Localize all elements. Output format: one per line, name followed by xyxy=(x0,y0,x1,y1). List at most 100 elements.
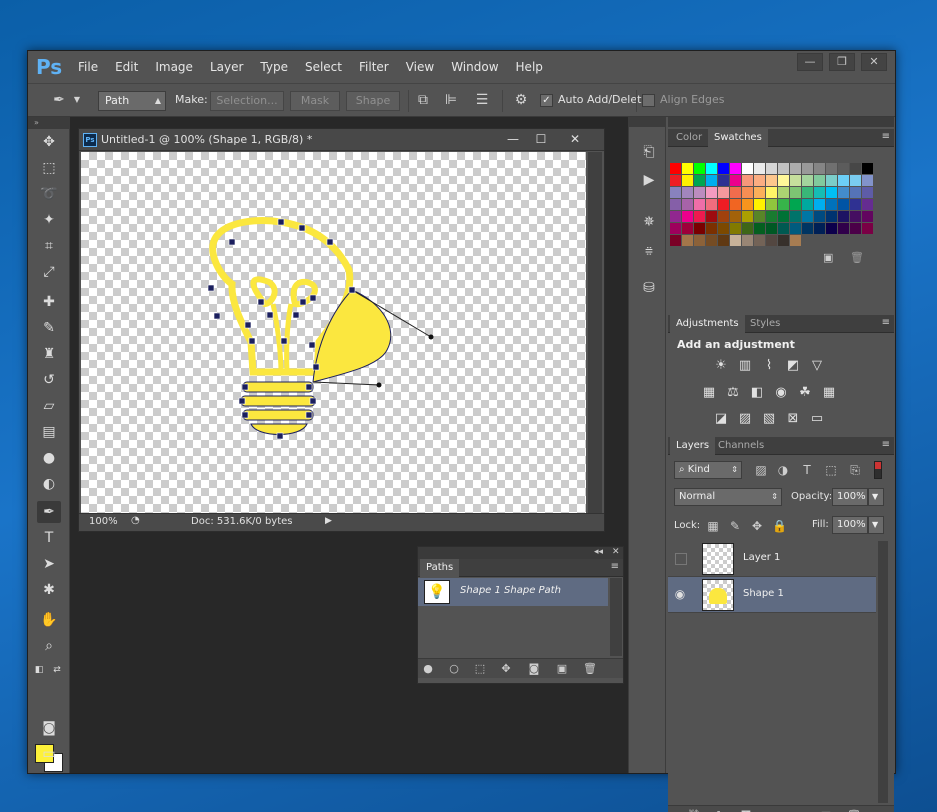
swatch-cell[interactable] xyxy=(862,223,873,234)
default-colors-icon[interactable]: ◧ xyxy=(32,663,46,677)
brightness-contrast-icon[interactable]: ☀ xyxy=(712,358,730,374)
layer-name[interactable]: Shape 1 xyxy=(743,588,784,599)
swatch-cell[interactable] xyxy=(862,199,873,210)
swatch-cell[interactable] xyxy=(826,163,837,174)
chevron-down-icon[interactable]: ▼ xyxy=(72,91,82,111)
path-row[interactable]: 💡 Shape 1 Shape Path xyxy=(418,578,608,606)
history-brush-tool-icon[interactable]: ↺ xyxy=(37,369,61,391)
swatch-cell[interactable] xyxy=(718,223,729,234)
path-alignment-icon[interactable]: ⊫ xyxy=(440,91,462,111)
swatch-cell[interactable] xyxy=(706,235,717,246)
document-close-button[interactable]: ✕ xyxy=(561,130,589,148)
exposure-icon[interactable]: ◩ xyxy=(784,358,802,374)
swatch-cell[interactable] xyxy=(730,235,741,246)
marquee-tool-icon[interactable]: ⬚ xyxy=(37,157,61,179)
delete-swatch-icon[interactable]: 🗑 xyxy=(850,251,864,264)
adjustment-layer-icon[interactable]: ◐ xyxy=(764,808,780,812)
swatch-cell[interactable] xyxy=(838,211,849,222)
swatch-cell[interactable] xyxy=(730,163,741,174)
new-path-icon[interactable]: ▣ xyxy=(554,661,570,677)
swatch-cell[interactable] xyxy=(682,187,693,198)
zoom-tool-icon[interactable]: ⌕ xyxy=(37,635,61,657)
menu-layer[interactable]: Layer xyxy=(210,60,243,74)
swatch-cell[interactable] xyxy=(682,163,693,174)
lock-position-icon[interactable]: ✥ xyxy=(750,519,764,533)
document-title-bar[interactable]: Ps Untitled-1 @ 100% (Shape 1, RGB/8) * … xyxy=(79,129,604,151)
new-group-icon[interactable]: ▬ xyxy=(792,808,808,812)
swatch-cell[interactable] xyxy=(670,187,681,198)
swatch-cell[interactable] xyxy=(802,187,813,198)
lock-transparent-icon[interactable]: ▦ xyxy=(706,519,720,533)
swatch-cell[interactable] xyxy=(862,211,873,222)
delete-layer-icon[interactable]: 🗑 xyxy=(846,808,862,812)
panels-collapse-bar[interactable] xyxy=(668,117,894,127)
gradient-tool-icon[interactable]: ▤ xyxy=(37,421,61,443)
invert-icon[interactable]: ◪ xyxy=(712,411,730,427)
clone-stamp-tool-icon[interactable]: ♜ xyxy=(37,343,61,365)
swatch-cell[interactable] xyxy=(850,199,861,210)
swatch-cell[interactable] xyxy=(790,163,801,174)
make-mask-button[interactable]: Mask xyxy=(290,91,340,111)
paths-panel-titlebar[interactable]: ◂◂ ✕ xyxy=(418,547,623,559)
document-vertical-scrollbar[interactable] xyxy=(588,152,602,513)
filter-toggle[interactable] xyxy=(874,461,882,479)
swatch-cell[interactable] xyxy=(742,163,753,174)
panel-menu-icon[interactable]: ≡ xyxy=(611,561,619,572)
swatch-cell[interactable] xyxy=(706,175,717,186)
swatch-cell[interactable] xyxy=(778,223,789,234)
swatch-cell[interactable] xyxy=(670,199,681,210)
swatch-cell[interactable] xyxy=(730,199,741,210)
swatch-cell[interactable] xyxy=(778,163,789,174)
menu-edit[interactable]: Edit xyxy=(115,60,138,74)
swatch-cell[interactable] xyxy=(694,175,705,186)
chevron-down-icon[interactable]: ▼ xyxy=(868,516,884,534)
swatch-cell[interactable] xyxy=(742,199,753,210)
swatch-cell[interactable] xyxy=(706,223,717,234)
swatch-cell[interactable] xyxy=(790,235,801,246)
chevron-down-icon[interactable]: ▼ xyxy=(868,488,884,506)
swatch-cell[interactable] xyxy=(838,163,849,174)
swatch-cell[interactable] xyxy=(826,199,837,210)
swatch-cell[interactable] xyxy=(694,199,705,210)
lock-pixels-icon[interactable]: ✎ xyxy=(728,519,742,533)
hand-tool-icon[interactable]: ✋ xyxy=(37,609,61,631)
swatch-cell[interactable] xyxy=(814,163,825,174)
filter-pixel-icon[interactable]: ▨ xyxy=(754,463,768,477)
swatch-cell[interactable] xyxy=(682,235,693,246)
curves-icon[interactable]: ⌇ xyxy=(760,358,778,374)
swatch-cell[interactable] xyxy=(838,175,849,186)
swatch-cell[interactable] xyxy=(814,187,825,198)
swatch-cell[interactable] xyxy=(814,211,825,222)
swatch-cell[interactable] xyxy=(850,223,861,234)
swatch-cell[interactable] xyxy=(754,175,765,186)
swatch-cell[interactable] xyxy=(742,187,753,198)
tab-channels[interactable]: Channels xyxy=(712,437,770,455)
minimize-button[interactable]: — xyxy=(797,53,823,71)
filter-adjustment-icon[interactable]: ◑ xyxy=(776,463,790,477)
swatch-cell[interactable] xyxy=(730,211,741,222)
tools-panel-collapse-icon[interactable]: » xyxy=(28,117,69,129)
levels-icon[interactable]: ▥ xyxy=(736,358,754,374)
tab-paths[interactable]: Paths xyxy=(420,559,460,577)
swatch-cell[interactable] xyxy=(862,163,873,174)
swatch-cell[interactable] xyxy=(742,211,753,222)
swatch-cell[interactable] xyxy=(814,223,825,234)
threshold-icon[interactable]: ▧ xyxy=(760,411,778,427)
close-button[interactable]: ✕ xyxy=(861,53,887,71)
swatch-cell[interactable] xyxy=(730,187,741,198)
swatch-cell[interactable] xyxy=(670,175,681,186)
menu-help[interactable]: Help xyxy=(516,60,543,74)
status-info-icon[interactable]: ◔ xyxy=(131,515,140,526)
new-swatch-icon[interactable]: ▣ xyxy=(823,251,833,264)
swatch-cell[interactable] xyxy=(778,211,789,222)
swatch-cell[interactable] xyxy=(790,211,801,222)
document-minimize-button[interactable]: — xyxy=(499,130,527,148)
swatch-cell[interactable] xyxy=(790,199,801,210)
swatch-cell[interactable] xyxy=(850,187,861,198)
crop-tool-icon[interactable]: ⌗ xyxy=(37,235,61,257)
swatch-cell[interactable] xyxy=(814,175,825,186)
swatch-cell[interactable] xyxy=(754,187,765,198)
swatch-cell[interactable] xyxy=(742,235,753,246)
swatch-cell[interactable] xyxy=(682,199,693,210)
swatch-cell[interactable] xyxy=(718,187,729,198)
